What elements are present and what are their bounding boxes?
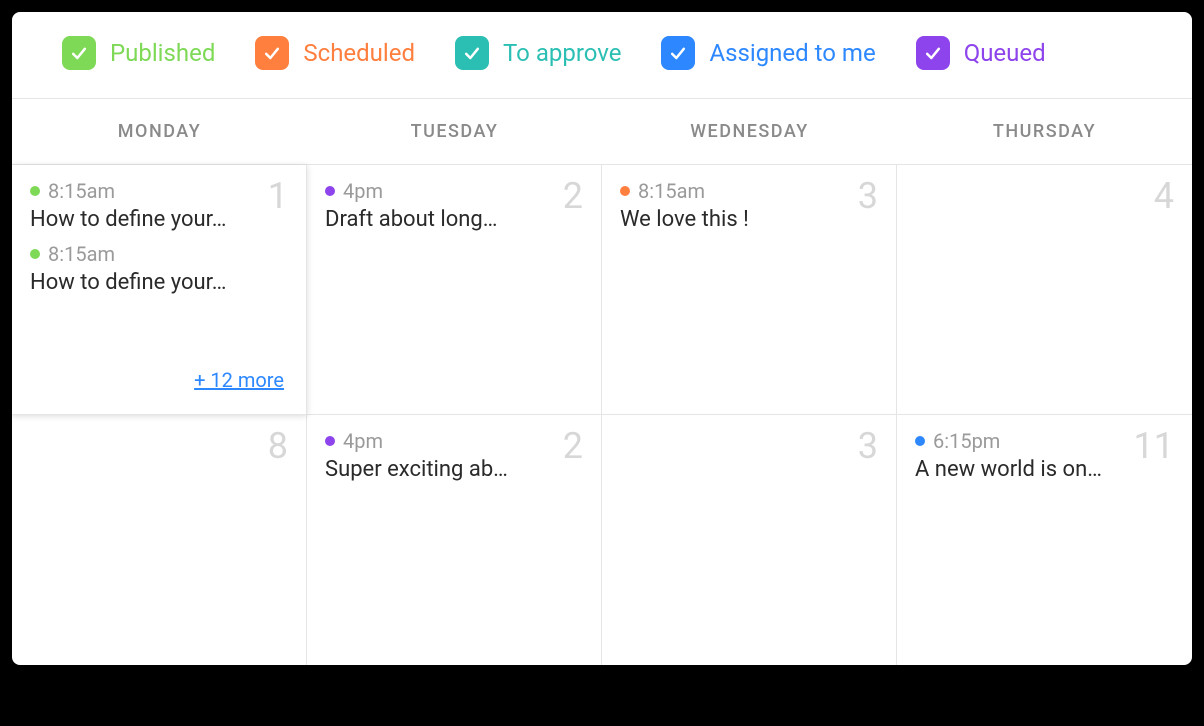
event-time: 8:15am	[48, 242, 115, 266]
day-number: 8	[268, 425, 288, 467]
calendar-cell[interactable]: 2 4pm Draft about long…	[307, 165, 602, 415]
filter-label: Assigned to me	[709, 39, 875, 67]
check-icon	[661, 36, 695, 70]
calendar-event[interactable]: 8:15am We love this !	[620, 179, 878, 232]
event-time-row: 8:15am	[30, 179, 248, 203]
calendar-cell[interactable]: 3 8:15am We love this !	[602, 165, 897, 415]
filter-label: Scheduled	[303, 39, 415, 67]
event-time: 4pm	[343, 429, 383, 453]
check-icon	[255, 36, 289, 70]
calendar-card: Published Scheduled To approve Assigned to …	[12, 12, 1192, 665]
calendar-event[interactable]: 8:15am How to define your…	[30, 242, 288, 295]
filter-queued[interactable]: Queued	[916, 36, 1046, 70]
event-time-row: 4pm	[325, 429, 543, 453]
status-dot-icon	[325, 186, 335, 196]
calendar-event[interactable]: 4pm Draft about long…	[325, 179, 583, 232]
status-dot-icon	[325, 436, 335, 446]
status-dot-icon	[915, 436, 925, 446]
filter-label: Queued	[964, 39, 1046, 67]
status-dot-icon	[30, 249, 40, 259]
calendar-header-row: MONDAYTUESDAYWEDNESDAYTHURSDAY	[12, 98, 1192, 165]
day-number: 4	[1154, 175, 1174, 217]
check-icon	[916, 36, 950, 70]
status-dot-icon	[30, 186, 40, 196]
calendar-cell[interactable]: 2 4pm Super exciting ab…	[307, 415, 602, 665]
event-time-row: 8:15am	[620, 179, 838, 203]
calendar-cell[interactable]: 8	[12, 415, 307, 665]
calendar-event[interactable]: 8:15am How to define your…	[30, 179, 288, 232]
filter-label: Published	[110, 39, 215, 67]
calendar-event[interactable]: 4pm Super exciting ab…	[325, 429, 583, 482]
event-title: Draft about long…	[325, 207, 543, 232]
event-title: Super exciting ab…	[325, 457, 543, 482]
filter-to-approve[interactable]: To approve	[455, 36, 621, 70]
event-time-row: 4pm	[325, 179, 543, 203]
check-icon	[455, 36, 489, 70]
calendar-body: 1 8:15am How to define your… 8:15am How to d…	[12, 165, 1192, 665]
status-dot-icon	[620, 186, 630, 196]
calendar-cell[interactable]: 1 8:15am How to define your… 8:15am How to d…	[12, 165, 307, 415]
event-time: 8:15am	[638, 179, 705, 203]
event-time: 8:15am	[48, 179, 115, 203]
event-time: 4pm	[343, 179, 383, 203]
day-header: MONDAY	[12, 99, 307, 164]
day-number: 11	[1134, 425, 1174, 467]
filter-bar: Published Scheduled To approve Assigned to …	[12, 12, 1192, 98]
filter-scheduled[interactable]: Scheduled	[255, 36, 415, 70]
more-link[interactable]: + 12 more	[194, 368, 284, 392]
event-time-row: 6:15pm	[915, 429, 1134, 453]
filter-assigned-to-me[interactable]: Assigned to me	[661, 36, 875, 70]
filter-label: To approve	[503, 39, 621, 67]
event-time-row: 8:15am	[30, 242, 248, 266]
event-time: 6:15pm	[933, 429, 1000, 453]
day-number: 1	[268, 175, 288, 217]
event-title: How to define your…	[30, 207, 248, 232]
check-icon	[62, 36, 96, 70]
day-number: 3	[858, 425, 878, 467]
calendar-cell[interactable]: 4	[897, 165, 1192, 415]
event-title: A new world is on…	[915, 457, 1134, 482]
day-header: WEDNESDAY	[602, 99, 897, 164]
day-header: THURSDAY	[897, 99, 1192, 164]
day-number: 3	[858, 175, 878, 217]
calendar-cell[interactable]: 11 6:15pm A new world is on…	[897, 415, 1192, 665]
day-header: TUESDAY	[307, 99, 602, 164]
calendar-cell[interactable]: 3	[602, 415, 897, 665]
day-number: 2	[563, 175, 583, 217]
day-number: 2	[563, 425, 583, 467]
event-title: How to define your…	[30, 270, 248, 295]
filter-published[interactable]: Published	[62, 36, 215, 70]
event-title: We love this !	[620, 207, 838, 232]
